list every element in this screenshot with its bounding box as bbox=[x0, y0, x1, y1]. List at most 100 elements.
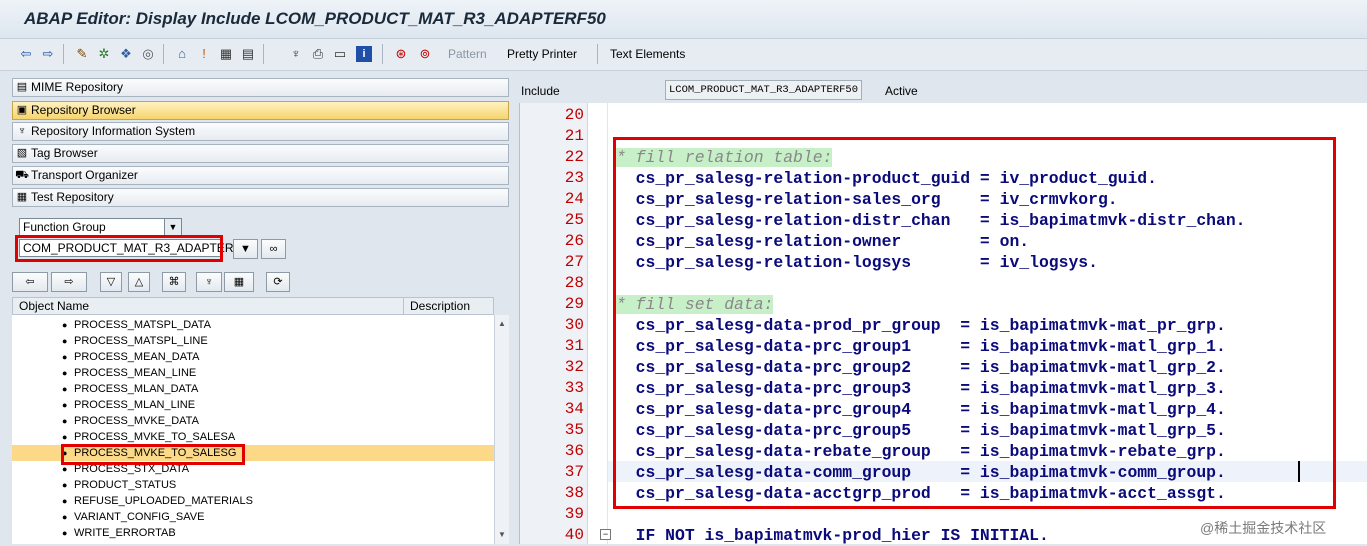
line-number: 20 bbox=[564, 106, 584, 124]
toolbar-separator bbox=[382, 44, 383, 64]
tree-row[interactable]: ● PROCESS_MATSPL_LINE bbox=[12, 333, 494, 349]
external-breakpoint-icon[interactable]: ⊚ bbox=[417, 46, 433, 62]
tree-row[interactable]: ● PROCESS_MATSPL_DATA bbox=[12, 317, 494, 333]
hierarchy-icon: ♆ bbox=[17, 125, 27, 137]
nav-item-label: Repository Browser bbox=[31, 103, 136, 117]
watermark: @稀土掘金技术社区 bbox=[1200, 520, 1327, 536]
forward-arrow-icon[interactable]: ⇨ bbox=[40, 46, 56, 62]
chevron-down-icon: ▼ bbox=[240, 243, 251, 255]
tag-browser-button[interactable]: ▧ Tag Browser bbox=[12, 144, 509, 163]
bullet-icon: ● bbox=[62, 432, 68, 442]
tree-row-label: REFUSE_UPLOADED_MATERIALS bbox=[74, 495, 253, 507]
glasses-icon: ∞ bbox=[269, 243, 278, 255]
tree-row[interactable]: ● PROCESS_MLAN_DATA bbox=[12, 381, 494, 397]
line-number: 26 bbox=[564, 232, 584, 250]
hierarchy-icon[interactable]: ♆ bbox=[288, 46, 304, 62]
line-number: 21 bbox=[564, 127, 584, 145]
truck-icon: ⛟ bbox=[15, 169, 29, 181]
tree-row[interactable]: ● PROCESS_MVKE_DATA bbox=[12, 413, 494, 429]
tree-scrollbar[interactable]: ▲ ▼ bbox=[494, 315, 509, 544]
repository-browser-icon: ▣ bbox=[16, 104, 28, 116]
line-number: 27 bbox=[564, 253, 584, 271]
pretty-printer-button[interactable]: Pretty Printer bbox=[507, 47, 577, 61]
where-used-icon[interactable]: ◎ bbox=[140, 46, 156, 62]
nav-item-label: Transport Organizer bbox=[31, 168, 138, 182]
refresh-button[interactable]: ⟳ bbox=[266, 272, 290, 292]
tree-row[interactable]: ● WRITE_ERRORTAB bbox=[12, 525, 494, 541]
display-button[interactable]: ∞ bbox=[261, 239, 286, 259]
dropdown-button[interactable]: ▼ bbox=[233, 239, 258, 259]
tree-row-label: PRODUCT_STATUS bbox=[74, 479, 177, 491]
collapse-block-icon[interactable]: − bbox=[600, 529, 611, 540]
bullet-icon: ● bbox=[62, 416, 68, 426]
object-navigator-panel: ▤ MIME Repository ▣ Repository Browser ♆… bbox=[0, 71, 516, 544]
info-icon[interactable]: i bbox=[356, 46, 372, 62]
include-name-field: LCOM_PRODUCT_MAT_R3_ADAPTERF50 bbox=[665, 80, 863, 100]
tree-row[interactable]: ● PROCESS_MVKE_TO_SALESA bbox=[12, 429, 494, 445]
object-type-dropdown[interactable]: Function Group ▼ bbox=[19, 218, 182, 236]
nav-item-label: MIME Repository bbox=[31, 80, 124, 94]
line-number: 24 bbox=[564, 190, 584, 208]
tree-row-label: VARIANT_CONFIG_SAVE bbox=[74, 511, 205, 523]
breakpoint-icon[interactable]: ! bbox=[196, 46, 212, 62]
tree-header: Object Name Description bbox=[12, 297, 494, 315]
tree-row[interactable]: ● PROCESS_MEAN_LINE bbox=[12, 365, 494, 381]
bullet-icon: ● bbox=[62, 368, 68, 378]
toolbar-separator bbox=[597, 44, 598, 64]
hierarchy-icon: ♆ bbox=[204, 276, 214, 288]
scroll-up-icon[interactable]: ▲ bbox=[495, 317, 509, 331]
column-object-name[interactable]: Object Name bbox=[19, 298, 89, 314]
highlight-box bbox=[613, 137, 1336, 509]
transport-organizer-button[interactable]: ⛟ Transport Organizer bbox=[12, 166, 509, 185]
nav-item-label: Test Repository bbox=[31, 190, 114, 204]
tree-row[interactable]: ● PROCESS_MEAN_DATA bbox=[12, 349, 494, 365]
display-object-list-icon[interactable]: ▦ bbox=[218, 46, 234, 62]
highlight-box bbox=[61, 444, 245, 465]
tree-back-button[interactable]: ⇦ bbox=[12, 272, 48, 292]
scroll-down-icon[interactable]: ▼ bbox=[495, 528, 509, 542]
line-number: 29 bbox=[564, 295, 584, 313]
print-icon[interactable]: ⎙ bbox=[310, 46, 326, 62]
tree-row[interactable]: ● PRODUCT_STATUS bbox=[12, 477, 494, 493]
bullet-icon: ● bbox=[62, 384, 68, 394]
tree-row[interactable]: ● REFUSE_UPLOADED_MATERIALS bbox=[12, 493, 494, 509]
grid-icon: ▦ bbox=[233, 276, 245, 288]
binoculars-button[interactable]: ⌘ bbox=[162, 272, 186, 292]
tree-forward-button[interactable]: ⇨ bbox=[51, 272, 87, 292]
line-number: 23 bbox=[564, 169, 584, 187]
editor-header: Include LCOM_PRODUCT_MAT_R3_ADAPTERF50 A… bbox=[516, 71, 1367, 101]
other-object-icon[interactable]: ❖ bbox=[118, 46, 134, 62]
line-number: 40 bbox=[564, 526, 584, 544]
test-repository-button[interactable]: ▦ Test Repository bbox=[12, 188, 509, 207]
repository-browser-button[interactable]: ▣ Repository Browser bbox=[12, 101, 509, 120]
window-icon[interactable]: ▭ bbox=[332, 46, 348, 62]
up-level-icon: △ bbox=[134, 276, 144, 288]
text-elements-button[interactable]: Text Elements bbox=[610, 47, 685, 61]
activate-icon[interactable]: ✲ bbox=[96, 46, 112, 62]
mime-repository-icon: ▤ bbox=[16, 81, 28, 93]
status-label: Active bbox=[885, 84, 918, 98]
hierarchy-button[interactable]: ♆ bbox=[196, 272, 222, 292]
mime-repository-button[interactable]: ▤ MIME Repository bbox=[12, 78, 509, 97]
pattern-button[interactable]: Pattern bbox=[448, 47, 487, 61]
chevron-down-icon[interactable]: ▼ bbox=[164, 219, 181, 235]
navigation-icon[interactable]: ⌂ bbox=[174, 46, 190, 62]
enhance-icon[interactable]: ▤ bbox=[240, 46, 256, 62]
set-breakpoint-icon[interactable]: ⊛ bbox=[393, 46, 409, 62]
bullet-icon: ● bbox=[62, 480, 68, 490]
tree-row-label: PROCESS_MLAN_LINE bbox=[74, 399, 196, 411]
tree-row[interactable]: ● VARIANT_CONFIG_SAVE bbox=[12, 509, 494, 525]
line-number: 38 bbox=[564, 484, 584, 502]
bullet-icon: ● bbox=[62, 512, 68, 522]
tree-row[interactable]: ● PROCESS_MLAN_LINE bbox=[12, 397, 494, 413]
line-number: 32 bbox=[564, 358, 584, 376]
line-number: 22 bbox=[564, 148, 584, 166]
repository-information-system-button[interactable]: ♆ Repository Information System bbox=[12, 122, 509, 141]
column-description[interactable]: Description bbox=[410, 298, 470, 314]
settings-menu-button[interactable]: ▦ bbox=[224, 272, 254, 292]
display-change-icon[interactable]: ✎ bbox=[74, 46, 90, 62]
collapse-button[interactable]: ▽ bbox=[100, 272, 122, 292]
back-arrow-icon[interactable]: ⇦ bbox=[18, 46, 34, 62]
nav-item-label: Tag Browser bbox=[31, 146, 98, 160]
up-level-button[interactable]: △ bbox=[128, 272, 150, 292]
